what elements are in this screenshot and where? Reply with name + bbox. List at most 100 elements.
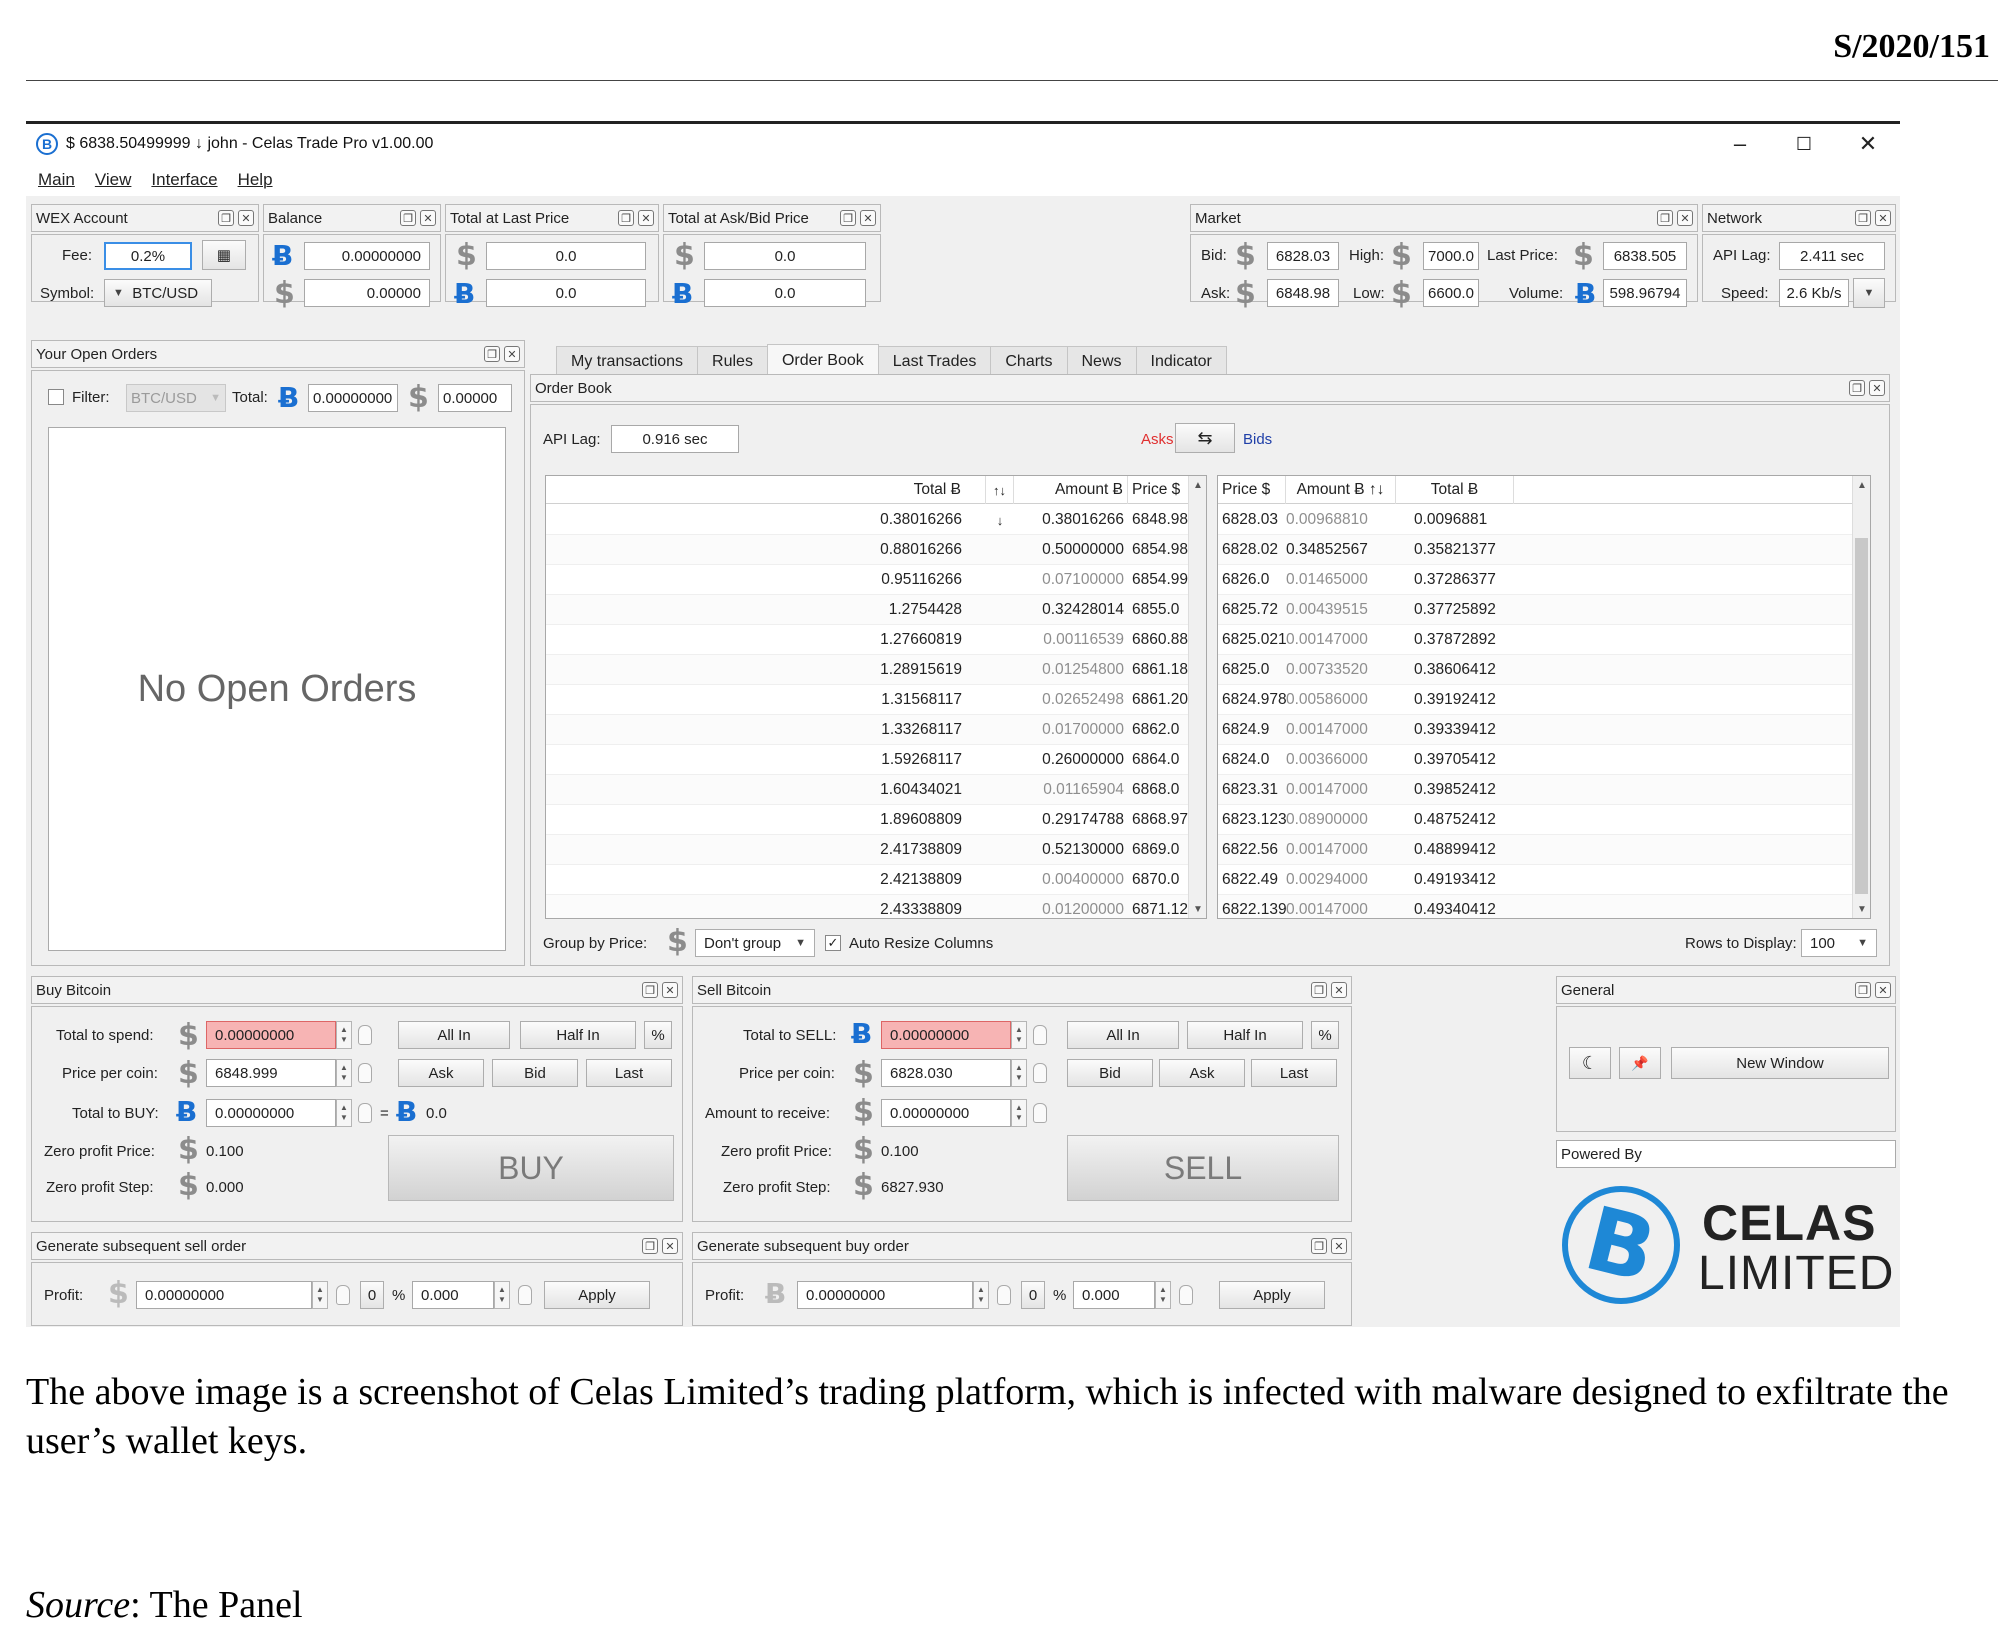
close-icon[interactable]: ✕: [420, 210, 436, 226]
half-in-button[interactable]: Half In: [1187, 1021, 1303, 1049]
total-askbid-btc-field[interactable]: 0.0: [704, 279, 866, 307]
close-icon[interactable]: ✕: [1869, 380, 1885, 396]
spin-buttons[interactable]: ▲ ▼: [336, 1021, 352, 1049]
spin-buttons[interactable]: ▲ ▼: [312, 1281, 328, 1309]
apply-button[interactable]: Apply: [1219, 1281, 1325, 1309]
lock-icon[interactable]: [518, 1285, 532, 1305]
last-button[interactable]: Last: [1251, 1059, 1337, 1087]
lock-icon[interactable]: [358, 1025, 372, 1045]
rows-to-display-select[interactable]: 100 ▼: [1801, 929, 1877, 957]
table-row[interactable]: 6828.03 0.00968810 0.0096881: [1218, 505, 1870, 535]
table-row[interactable]: 6824.0 0.00366000 0.39705412: [1218, 745, 1870, 775]
close-icon[interactable]: ✕: [662, 982, 678, 998]
scroll-thumb[interactable]: [1855, 538, 1868, 894]
last-button[interactable]: Last: [586, 1059, 672, 1087]
bid-button[interactable]: Bid: [1067, 1059, 1153, 1087]
amount-to-receive-input[interactable]: 0.00000000: [881, 1099, 1011, 1127]
bids-scrollbar[interactable]: ▲ ▼: [1852, 476, 1870, 918]
spin-buttons[interactable]: ▲ ▼: [1011, 1059, 1027, 1087]
lock-icon[interactable]: [1179, 1285, 1193, 1305]
lock-icon[interactable]: [1033, 1063, 1047, 1083]
bid-field[interactable]: 6828.03: [1267, 242, 1339, 270]
open-orders-total-usd-field[interactable]: 0.00000: [438, 384, 512, 412]
float-icon[interactable]: ❐: [1311, 1238, 1327, 1254]
ask-field[interactable]: 6848.98: [1267, 279, 1339, 307]
table-row[interactable]: 6822.49 0.00294000 0.49193412: [1218, 865, 1870, 895]
float-icon[interactable]: ❐: [400, 210, 416, 226]
column-header[interactable]: Total Ƀ: [546, 476, 986, 504]
column-header[interactable]: Price $: [1128, 476, 1190, 504]
buy-percent-input[interactable]: 0.000: [1073, 1281, 1155, 1309]
calculator-button[interactable]: ▦: [202, 240, 246, 270]
total-last-usd-field[interactable]: 0.0: [486, 242, 646, 270]
menu-interface[interactable]: Interface: [151, 170, 217, 190]
table-row[interactable]: 2.43338809 0.01200000 6871.123: [546, 895, 1206, 918]
tab-my-transactions[interactable]: My transactions: [556, 346, 699, 376]
table-row[interactable]: 1.2754428 0.32428014 6855.0: [546, 595, 1206, 625]
last-price-field[interactable]: 6838.505: [1603, 242, 1687, 270]
night-mode-button[interactable]: ☾: [1569, 1047, 1611, 1079]
maximize-button[interactable]: ☐: [1772, 124, 1836, 164]
low-field[interactable]: 6600.0: [1423, 279, 1479, 307]
table-row[interactable]: 6825.021 0.00147000 0.37872892: [1218, 625, 1870, 655]
network-api-lag-field[interactable]: 2.411 sec: [1779, 242, 1885, 270]
sort-icon[interactable]: ↑↓: [986, 476, 1014, 504]
minimize-button[interactable]: –: [1708, 124, 1772, 164]
filter-select[interactable]: BTC/USD ▼: [126, 384, 226, 412]
percent-button[interactable]: %: [644, 1021, 672, 1049]
close-icon[interactable]: ✕: [860, 210, 876, 226]
close-button[interactable]: ✕: [1836, 124, 1900, 164]
column-header[interactable]: Total Ƀ: [1396, 476, 1514, 504]
asks-table[interactable]: Total Ƀ ↑↓ Amount Ƀ Price $ 0.38016266 0.…: [545, 475, 1207, 919]
sell-percent-input[interactable]: 0.000: [412, 1281, 494, 1309]
total-last-btc-field[interactable]: 0.0: [486, 279, 646, 307]
sell-profit-input[interactable]: 0.00000000: [136, 1281, 312, 1309]
close-icon[interactable]: ✕: [662, 1238, 678, 1254]
close-icon[interactable]: ✕: [1875, 210, 1891, 226]
table-row[interactable]: 1.89608809 0.29174788 6868.972: [546, 805, 1206, 835]
open-orders-total-btc-field[interactable]: 0.00000000: [308, 384, 398, 412]
table-row[interactable]: 1.59268117 0.26000000 6864.0: [546, 745, 1206, 775]
float-icon[interactable]: ❐: [1849, 380, 1865, 396]
zero-button[interactable]: 0: [360, 1281, 384, 1309]
lock-icon[interactable]: [358, 1103, 372, 1123]
scroll-down-icon[interactable]: ▼: [1853, 900, 1870, 918]
lock-icon[interactable]: [336, 1285, 350, 1305]
tab-news[interactable]: News: [1066, 346, 1137, 376]
pin-button[interactable]: 📌: [1619, 1047, 1661, 1079]
all-in-button[interactable]: All In: [398, 1021, 510, 1049]
close-icon[interactable]: ✕: [504, 346, 520, 362]
ask-button[interactable]: Ask: [398, 1059, 484, 1087]
scroll-up-icon[interactable]: ▲: [1189, 476, 1206, 494]
swap-button[interactable]: ⇆: [1175, 423, 1235, 453]
close-icon[interactable]: ✕: [1331, 982, 1347, 998]
scroll-up-icon[interactable]: ▲: [1853, 476, 1870, 494]
column-header[interactable]: Price $: [1218, 476, 1286, 504]
total-to-sell-input[interactable]: 0.00000000: [881, 1021, 1011, 1049]
tab-order-book[interactable]: Order Book: [766, 344, 879, 376]
close-icon[interactable]: ✕: [1331, 1238, 1347, 1254]
buy-button[interactable]: BUY: [388, 1135, 674, 1201]
close-icon[interactable]: ✕: [638, 210, 654, 226]
table-row[interactable]: 0.95116266 0.07100000 6854.99: [546, 565, 1206, 595]
tab-rules[interactable]: Rules: [697, 346, 768, 376]
sell-button[interactable]: SELL: [1067, 1135, 1339, 1201]
lock-icon[interactable]: [1033, 1025, 1047, 1045]
table-row[interactable]: 6822.56 0.00147000 0.48899412: [1218, 835, 1870, 865]
table-row[interactable]: 0.38016266 0.38016266 6848.98 ↓: [546, 505, 1206, 535]
asks-scrollbar[interactable]: ▲ ▼: [1188, 476, 1206, 918]
apply-button[interactable]: Apply: [544, 1281, 650, 1309]
table-row[interactable]: 1.33268117 0.01700000 6862.0: [546, 715, 1206, 745]
close-icon[interactable]: ✕: [238, 210, 254, 226]
table-row[interactable]: 1.28915619 0.01254800 6861.188: [546, 655, 1206, 685]
float-icon[interactable]: ❐: [618, 210, 634, 226]
balance-btc-field[interactable]: 0.00000000: [304, 242, 430, 270]
balance-usd-field[interactable]: 0.00000: [304, 279, 430, 307]
table-row[interactable]: 6822.139 0.00147000 0.49340412: [1218, 895, 1870, 918]
table-row[interactable]: 2.41738809 0.52130000 6869.0: [546, 835, 1206, 865]
float-icon[interactable]: ❐: [642, 982, 658, 998]
float-icon[interactable]: ❐: [1657, 210, 1673, 226]
spin-buttons[interactable]: ▲ ▼: [494, 1281, 510, 1309]
menu-view[interactable]: View: [95, 170, 132, 190]
spin-buttons[interactable]: ▲ ▼: [336, 1099, 352, 1127]
